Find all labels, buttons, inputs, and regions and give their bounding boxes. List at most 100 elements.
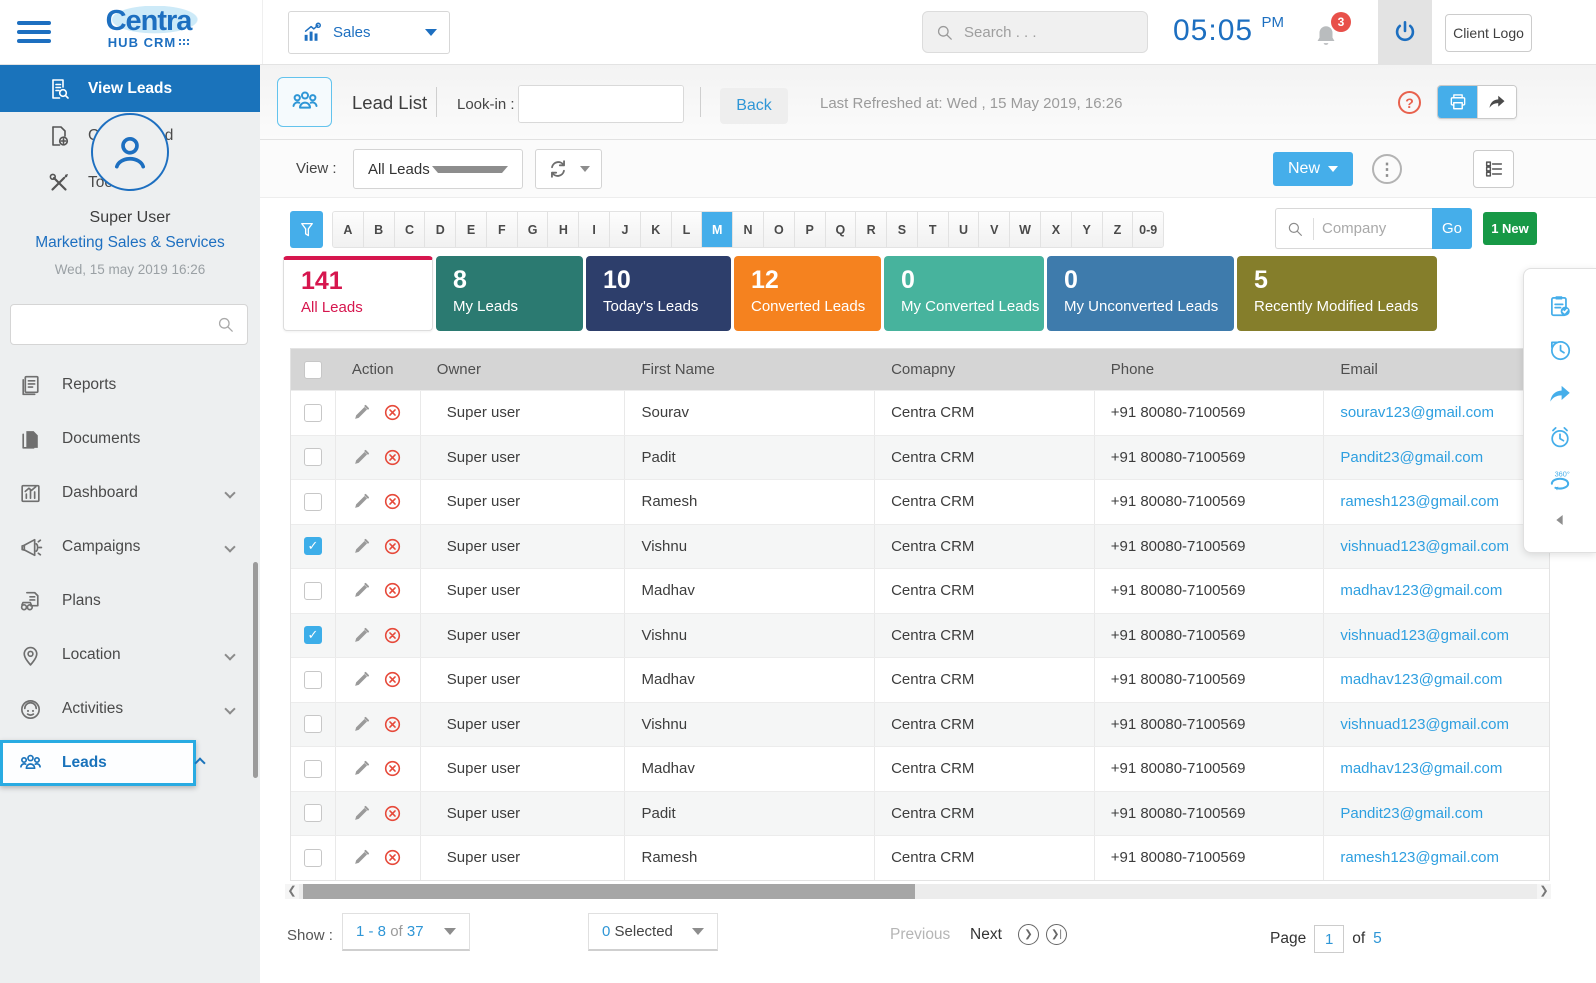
cell-email[interactable]: vishnuad123@gmail.com [1324,525,1549,569]
alpha-filter-c[interactable]: C [395,212,426,247]
alpha-filter-s[interactable]: S [887,212,918,247]
alpha-filter-a[interactable]: A [333,212,364,247]
alpha-filter-w[interactable]: W [1010,212,1041,247]
alpha-filter-g[interactable]: G [518,212,549,247]
rotate-360-icon[interactable]: 360° [1547,468,1573,494]
alpha-filter-i[interactable]: I [579,212,610,247]
chevron-down-icon[interactable] [224,703,235,714]
avatar[interactable] [91,113,169,191]
alpha-filter-x[interactable]: X [1041,212,1072,247]
notifications-button[interactable]: 3 [1313,16,1347,52]
delete-icon[interactable] [383,403,402,422]
delete-icon[interactable] [383,537,402,556]
print-button[interactable] [1438,86,1477,118]
cell-email[interactable]: sourav123@gmail.com [1324,391,1549,435]
delete-icon[interactable] [383,581,402,600]
table-row[interactable]: Super userVishnuCentra CRM+91 80080-7100… [291,702,1549,747]
table-row[interactable]: Super userMadhavCentra CRM+91 80080-7100… [291,657,1549,702]
cell-email[interactable]: madhav123@gmail.com [1324,747,1549,791]
table-row[interactable]: Super userPaditCentra CRM+91 80080-71005… [291,435,1549,480]
last-page-icon[interactable]: ❯| [1046,924,1067,945]
forward-icon[interactable] [1547,381,1573,407]
delete-icon[interactable] [383,804,402,823]
new-leads-badge[interactable]: 1 New [1483,212,1537,245]
global-search-input[interactable] [964,24,1114,41]
scrollbar-thumb[interactable] [303,884,915,899]
table-row[interactable]: Super userRameshCentra CRM+91 80080-7100… [291,479,1549,524]
edit-icon[interactable] [352,537,371,556]
hamburger-menu-icon[interactable] [17,21,51,44]
sidebar-item-dashboard[interactable]: Dashboard [0,466,260,520]
edit-icon[interactable] [352,581,371,600]
edit-icon[interactable] [352,804,371,823]
alpha-filter-f[interactable]: F [487,212,518,247]
row-checkbox[interactable] [304,582,322,600]
edit-icon[interactable] [352,670,371,689]
stat-card-all-leads[interactable]: 141All Leads [283,256,433,331]
sidebar-item-location[interactable]: Location [0,628,260,682]
table-row[interactable]: Super userMadhavCentra CRM+91 80080-7100… [291,568,1549,613]
table-row[interactable]: ✓Super userVishnuCentra CRM+91 80080-710… [291,613,1549,658]
edit-icon[interactable] [352,626,371,645]
view-select[interactable]: All Leads [353,149,523,189]
sidebar-item-documents[interactable]: Documents [0,412,260,466]
alpha-filter-p[interactable]: P [795,212,826,247]
share-button[interactable] [1477,86,1516,118]
scrollbar-track[interactable] [299,884,1537,899]
sidebar-item-plans[interactable]: Plans [0,574,260,628]
alpha-filter-k[interactable]: K [641,212,672,247]
next-page-link[interactable]: Next [970,926,1002,944]
alpha-filter-t[interactable]: T [918,212,949,247]
lookin-input[interactable] [519,86,684,122]
user-department[interactable]: Marketing Sales & Services [0,234,260,252]
row-checkbox[interactable]: ✓ [304,537,322,555]
delete-icon[interactable] [383,626,402,645]
back-button[interactable]: Back [720,88,788,124]
next-page-icon[interactable]: ❯ [1018,924,1039,945]
alpha-filter-v[interactable]: V [979,212,1010,247]
row-checkbox[interactable] [304,448,322,466]
table-row[interactable]: Super userPaditCentra CRM+91 80080-71005… [291,791,1549,836]
alpha-filter-b[interactable]: B [364,212,395,247]
alpha-filter-l[interactable]: L [672,212,703,247]
scroll-left-arrow[interactable]: ❮ [285,884,299,899]
selected-count-dropdown[interactable]: 0 Selected [588,913,718,951]
page-input[interactable] [1314,925,1344,953]
collapse-panel-icon[interactable] [1552,512,1568,528]
stat-card-today-s-leads[interactable]: 10Today's Leads [586,256,731,331]
cell-email[interactable]: ramesh123@gmail.com [1324,480,1549,524]
stat-card-converted-leads[interactable]: 12Converted Leads [734,256,881,331]
module-selector[interactable]: Sales [288,11,450,54]
chevron-down-icon[interactable] [224,541,235,552]
edit-icon[interactable] [352,403,371,422]
sidebar-item-leads[interactable]: Leads [0,736,260,790]
edit-icon[interactable] [352,715,371,734]
leads-module-button[interactable] [277,77,332,127]
delete-icon[interactable] [383,670,402,689]
go-button[interactable]: Go [1432,208,1472,249]
row-checkbox[interactable] [304,760,322,778]
table-row[interactable]: Super userRameshCentra CRM+91 80080-7100… [291,835,1549,880]
sidebar-subitem-view-leads[interactable]: View Leads [0,65,260,112]
sidebar-search-input[interactable] [23,317,216,333]
edit-icon[interactable] [352,759,371,778]
logout-button[interactable] [1378,0,1432,64]
cell-email[interactable]: ramesh123@gmail.com [1324,836,1549,880]
chevron-down-icon[interactable] [224,649,235,660]
alpha-filter-n[interactable]: N [733,212,764,247]
more-options-button[interactable]: ⋮ [1372,154,1402,184]
cell-email[interactable]: madhav123@gmail.com [1324,569,1549,613]
alpha-filter-z[interactable]: Z [1103,212,1134,247]
help-button[interactable]: ? [1398,91,1421,114]
clipboard-check-icon[interactable] [1547,293,1573,319]
table-row[interactable]: Super userMadhavCentra CRM+91 80080-7100… [291,746,1549,791]
sidebar-scrollbar[interactable] [253,562,258,778]
stat-card-my-unconverted-leads[interactable]: 0My Unconverted Leads [1047,256,1234,331]
delete-icon[interactable] [383,492,402,511]
cell-email[interactable]: Pandit23@gmail.com [1324,436,1549,480]
alpha-filter-d[interactable]: D [425,212,456,247]
alpha-filter-e[interactable]: E [456,212,487,247]
alpha-filter-q[interactable]: Q [826,212,857,247]
table-row[interactable]: Super userSouravCentra CRM+91 80080-7100… [291,390,1549,435]
chevron-down-icon[interactable] [224,487,235,498]
